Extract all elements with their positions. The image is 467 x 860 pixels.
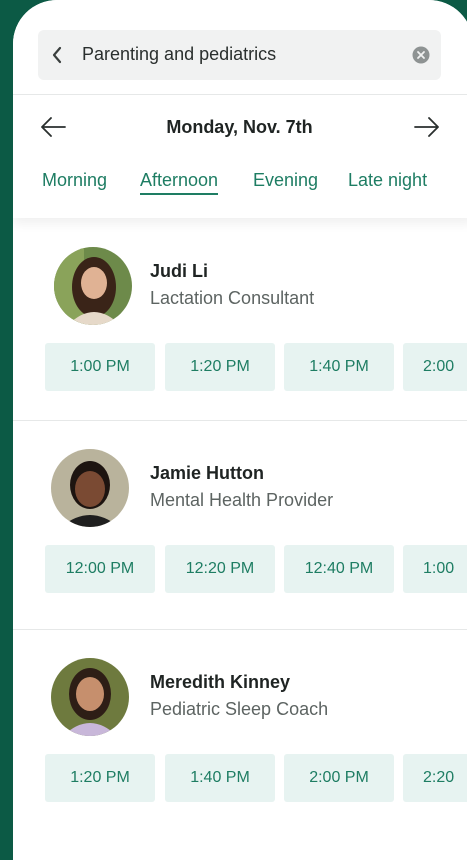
provider-name: Judi Li bbox=[150, 261, 208, 281]
search-bar[interactable]: Parenting and pediatrics bbox=[38, 30, 441, 80]
time-slots: 1:20 PM 1:40 PM 2:00 PM 2:20 bbox=[45, 754, 467, 802]
time-slot-button[interactable]: 12:00 PM bbox=[45, 545, 155, 593]
tab-late-night[interactable]: Late night bbox=[348, 170, 427, 191]
time-slot-button[interactable]: 1:00 PM bbox=[45, 343, 155, 391]
time-slots: 12:00 PM 12:20 PM 12:40 PM 1:00 bbox=[45, 545, 467, 593]
time-slot-button[interactable]: 1:00 bbox=[403, 545, 467, 593]
header-panel: Parenting and pediatrics Monday, Nov. 7t… bbox=[13, 0, 467, 218]
provider-name: Jamie Hutton bbox=[150, 463, 265, 483]
time-slot-button[interactable]: 2:20 bbox=[403, 754, 467, 802]
time-slot-button[interactable]: 1:20 PM bbox=[45, 754, 155, 802]
divider bbox=[13, 94, 467, 95]
provider-card: Meredith Kinney Pediatric Sleep Coach 1:… bbox=[13, 658, 467, 860]
time-slot-button[interactable]: 12:40 PM bbox=[284, 545, 394, 593]
provider-role: Lactation Consultant bbox=[150, 288, 315, 308]
arrow-right-icon[interactable] bbox=[413, 115, 441, 139]
time-slot-button[interactable]: 2:00 bbox=[403, 343, 467, 391]
divider bbox=[13, 629, 467, 630]
provider-name: Meredith Kinney bbox=[150, 672, 291, 692]
clear-icon[interactable] bbox=[412, 46, 430, 64]
time-slot-button[interactable]: 12:20 PM bbox=[165, 545, 275, 593]
time-slots: 1:00 PM 1:20 PM 1:40 PM 2:00 bbox=[45, 343, 467, 391]
time-slot-button[interactable]: 1:20 PM bbox=[165, 343, 275, 391]
divider bbox=[13, 420, 467, 421]
search-input[interactable]: Parenting and pediatrics bbox=[82, 44, 276, 65]
time-slot-button[interactable]: 2:00 PM bbox=[284, 754, 394, 802]
provider-card: Judi Li Lactation Consultant 1:00 PM 1:2… bbox=[13, 247, 467, 452]
chevron-left-icon[interactable] bbox=[50, 43, 64, 67]
time-slot-button[interactable]: 1:40 PM bbox=[284, 343, 394, 391]
time-slot-button[interactable]: 1:40 PM bbox=[165, 754, 275, 802]
date-navigator: Monday, Nov. 7th bbox=[13, 110, 467, 146]
tab-morning[interactable]: Morning bbox=[42, 170, 107, 191]
provider-role: Pediatric Sleep Coach bbox=[150, 699, 329, 719]
avatar bbox=[51, 658, 129, 736]
provider-role: Mental Health Provider bbox=[150, 490, 334, 510]
date-label: Monday, Nov. 7th bbox=[166, 117, 313, 137]
avatar bbox=[51, 449, 129, 527]
provider-card: Jamie Hutton Mental Health Provider 12:0… bbox=[13, 449, 467, 654]
phone-screen: Parenting and pediatrics Monday, Nov. 7t… bbox=[13, 0, 467, 860]
tab-evening[interactable]: Evening bbox=[253, 170, 318, 191]
time-of-day-tabs: Morning Afternoon Evening Late night bbox=[13, 170, 467, 200]
tab-afternoon[interactable]: Afternoon bbox=[140, 170, 219, 195]
avatar bbox=[54, 247, 132, 325]
